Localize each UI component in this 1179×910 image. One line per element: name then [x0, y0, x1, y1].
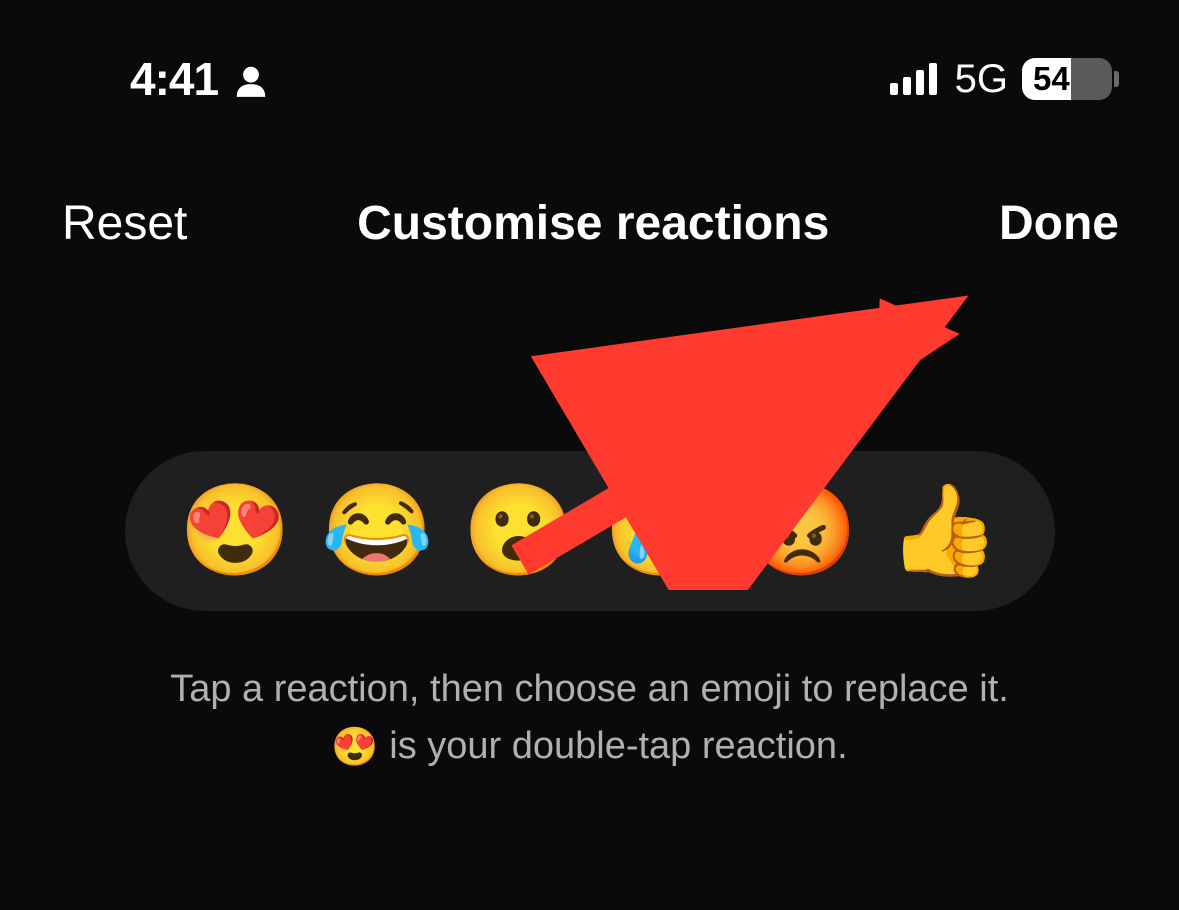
reaction-slot-6[interactable]: 👍	[888, 486, 1000, 576]
help-text: Tap a reaction, then choose an emoji to …	[0, 661, 1179, 776]
page-title: Customise reactions	[357, 196, 829, 251]
status-left: 4:41	[130, 52, 270, 106]
nav-bar: Reset Customise reactions Done	[0, 106, 1179, 251]
reaction-slot-4[interactable]: 😢	[604, 486, 716, 576]
reactions-picker: 😍 😂 😮 😢 😡 👍	[125, 451, 1055, 611]
network-label: 5G	[955, 57, 1008, 102]
battery-percent: 54	[1022, 60, 1112, 98]
status-time: 4:41	[130, 52, 218, 106]
profile-icon	[232, 62, 270, 100]
help-line-1: Tap a reaction, then choose an emoji to …	[170, 668, 1009, 710]
status-bar: 4:41 5G 54	[0, 0, 1179, 106]
done-button[interactable]: Done	[999, 196, 1119, 251]
reaction-slot-3[interactable]: 😮	[463, 486, 575, 576]
reset-button[interactable]: Reset	[62, 196, 187, 251]
reaction-slot-2[interactable]: 😂	[321, 486, 433, 576]
reaction-slot-1[interactable]: 😍	[179, 486, 291, 576]
battery-indicator: 54	[1022, 58, 1119, 100]
reaction-slot-5[interactable]: 😡	[746, 486, 858, 576]
signal-icon	[890, 63, 937, 95]
help-inline-emoji: 😍	[331, 726, 378, 768]
status-right: 5G 54	[890, 57, 1119, 102]
help-line-2: is your double-tap reaction.	[379, 725, 848, 767]
